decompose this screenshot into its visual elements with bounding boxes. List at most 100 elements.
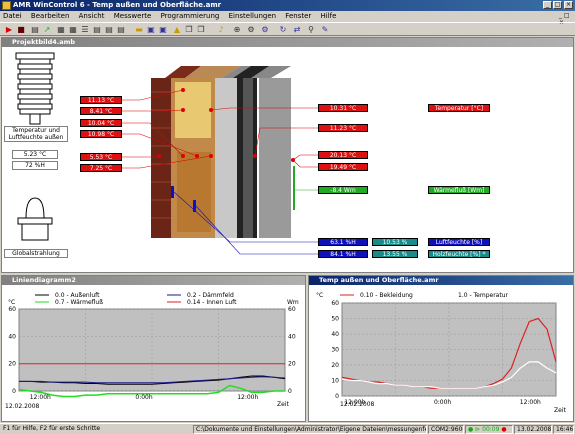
wood-value[interactable]: 10.53 % xyxy=(372,238,418,246)
x-unit: Zeit xyxy=(277,401,289,408)
project-window-title: Projektbild4.amb xyxy=(2,38,573,47)
menu-einstellungen[interactable]: Einstellungen xyxy=(229,12,276,20)
wand-icon[interactable]: ✎ xyxy=(320,25,330,35)
legend-label-1: 0.2 - Dämmfeld xyxy=(187,292,234,299)
x-tick-label: 12:00h xyxy=(344,399,365,406)
legend-flux: Wärmefluß [Wm] xyxy=(428,186,490,194)
status-date: 13.02.2008 xyxy=(514,425,552,434)
y-tick-label: 20 xyxy=(8,361,16,368)
y-tick-label: 30 xyxy=(331,347,339,354)
sensor-housing-icon xyxy=(14,51,56,125)
menu-datei[interactable]: Datei xyxy=(3,12,22,20)
y-unit-right: Wm xyxy=(287,299,299,306)
x-tick-label: 12:00h xyxy=(30,394,51,401)
hum-value[interactable]: 63.1 %H xyxy=(318,238,368,246)
legend-label-2: 0.7 - Wärmefluß xyxy=(55,299,103,306)
y-tick-label: 10 xyxy=(331,378,339,385)
stop-icon[interactable]: ■ xyxy=(16,25,26,35)
title-bar: AMR WinControl 6 - Temp außen und Oberfl… xyxy=(0,0,575,11)
temp-value[interactable]: 10.04 °C xyxy=(80,119,122,127)
y-tick-label-right: 20 xyxy=(288,361,296,368)
temp-value[interactable]: 19.49 °C xyxy=(318,163,368,171)
lock-icon[interactable]: ▲ xyxy=(172,25,182,35)
temp-value[interactable]: 7.25 °C xyxy=(80,164,122,172)
line-chart: °C Wm 0.0 - Außenluft 0.2 - Dämmfeld 0.7… xyxy=(1,275,306,422)
temp-value[interactable]: 10.31 °C xyxy=(318,104,368,112)
y-tick-label: 0 xyxy=(335,393,339,400)
minimize-button[interactable]: _ xyxy=(543,1,552,9)
sensor2-label: Globalstrahlung xyxy=(4,249,68,258)
gear-icon[interactable]: ⚙ xyxy=(246,25,256,35)
legend-label-3: 0.14 - Innen Luft xyxy=(187,299,237,306)
x-tick-label: 0:00h xyxy=(434,399,451,406)
link-icon[interactable]: ⚲ xyxy=(306,25,316,35)
close-button[interactable]: × xyxy=(564,1,573,9)
table-icon[interactable]: ▦ xyxy=(56,25,66,35)
y-tick-label: 60 xyxy=(8,306,16,313)
paste-icon[interactable]: ❐ xyxy=(196,25,206,35)
menu-fenster[interactable]: Fenster xyxy=(285,12,311,20)
x-tick-label: 12:00h xyxy=(520,399,541,406)
list-icon[interactable]: ☰ xyxy=(80,25,90,35)
menu-programmierung[interactable]: Programmierung xyxy=(161,12,220,20)
maximize-button[interactable]: □ xyxy=(553,1,562,9)
sensor1-hum[interactable]: 72 %H xyxy=(12,161,58,170)
menu-bearbeiten[interactable]: Bearbeiten xyxy=(31,12,69,20)
temp-value[interactable]: 5.53 °C xyxy=(80,153,122,161)
doc-icon[interactable]: ▤ xyxy=(116,25,126,35)
folder-icon[interactable]: ▬ xyxy=(134,25,144,35)
connect-icon[interactable]: ⇄ xyxy=(292,25,302,35)
y-tick-label: 40 xyxy=(8,333,16,340)
sensor1-label: Temperatur und Luftfeuchte außen xyxy=(4,126,68,142)
status-time: 16:46 xyxy=(553,425,574,434)
copy-icon[interactable]: ❐ xyxy=(184,25,194,35)
save-icon[interactable]: ▤ xyxy=(30,25,40,35)
disk-icon[interactable]: ▣ xyxy=(146,25,156,35)
menu-ansicht[interactable]: Ansicht xyxy=(79,12,105,20)
chart-icon[interactable]: ↗ xyxy=(42,25,52,35)
grid-icon[interactable]: ▦ xyxy=(68,25,78,35)
hum-value[interactable]: 84.1 %H xyxy=(318,250,368,258)
temp-value[interactable]: 11.23 °C xyxy=(318,124,368,132)
status-path: C:\Dokumente und Einstellungen\Administr… xyxy=(193,425,427,434)
menu-messwerte[interactable]: Messwerte xyxy=(114,12,152,20)
legend-temp: Temperatur [°C] xyxy=(428,104,490,112)
legend-wood: Holzfeuchte [%] * xyxy=(428,250,490,258)
sensor1-temp[interactable]: 5.23 °C xyxy=(12,150,58,159)
bell-icon[interactable]: ♪ xyxy=(216,25,226,35)
legend-label-0: 0.10 - Bekleidung xyxy=(360,292,413,299)
temp-value[interactable]: 11.13 °C xyxy=(80,96,122,104)
run-icon[interactable]: ▶ xyxy=(4,25,14,35)
record-icon: ● xyxy=(468,426,474,433)
pyranometer-icon xyxy=(12,192,58,246)
toolbar: ▶ ■ ▤ ↗ ▦ ▦ ☰ ▤ ▤ ▤ ▬ ▣ ▣ ▲ ❐ ❐ ♪ ⊕ ⚙ ⚙ … xyxy=(0,22,575,36)
y-tick-label: 0 xyxy=(12,388,16,395)
y-tick-label: 20 xyxy=(331,362,339,369)
status-help: F1 für Hilfe, F2 für erste Schritte xyxy=(3,425,101,432)
status-port: COM2:9600 xyxy=(428,425,464,434)
temp-value[interactable]: 10.98 °C xyxy=(80,130,122,138)
legend-label-0: 0.0 - Außenluft xyxy=(55,292,100,299)
wall-cross-section xyxy=(145,56,305,246)
x-tick-label: 0:00h xyxy=(135,394,152,401)
disk2-icon[interactable]: ▣ xyxy=(158,25,168,35)
x-tick-label: 12:00h xyxy=(237,394,258,401)
flux-value[interactable]: -8.4 Wm xyxy=(318,186,368,194)
print-icon[interactable]: ▤ xyxy=(104,25,114,35)
legend-label-1: 1.0 - Temperatur xyxy=(458,292,509,299)
date-label: 12.02.2008 xyxy=(5,403,40,410)
y-tick-label: 60 xyxy=(331,300,339,307)
wood-value[interactable]: 13.55 % xyxy=(372,250,418,258)
temp-chart: °C 0.10 - Bekleidung 1.0 - Temperatur 12… xyxy=(308,275,574,422)
y-tick-label-right: 0 xyxy=(288,388,292,395)
settings-icon[interactable]: ⚙ xyxy=(260,25,270,35)
temp-value[interactable]: 20.13 °C xyxy=(318,151,368,159)
y-tick-label-right: 60 xyxy=(288,306,296,313)
menu-hilfe[interactable]: Hilfe xyxy=(321,12,337,20)
temp-value[interactable]: 8.41 °C xyxy=(80,107,122,115)
y-tick-label: 50 xyxy=(331,316,339,323)
probe-icon[interactable]: ⊕ xyxy=(232,25,242,35)
tools-icon[interactable]: ↻ xyxy=(278,25,288,35)
legend-hum: Luftfeuchte [%] xyxy=(428,238,490,246)
open-icon[interactable]: ▤ xyxy=(92,25,102,35)
